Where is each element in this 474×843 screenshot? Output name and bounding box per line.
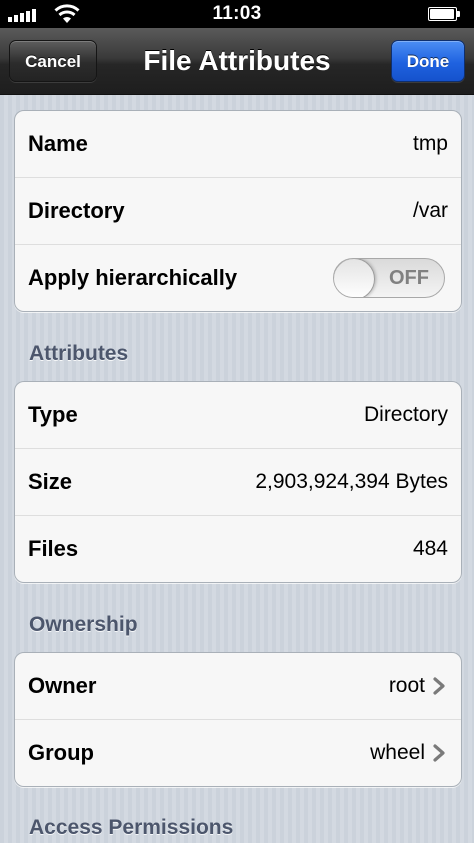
group-value: wheel: [370, 741, 425, 764]
files-value: 484: [412, 537, 448, 560]
name-value: tmp: [412, 132, 448, 155]
toggle-knob: [334, 259, 375, 297]
directory-value: /var: [412, 199, 448, 222]
access-permissions-header: Access Permissions: [29, 816, 234, 839]
apply-hierarchically-label: Apply hierarchically: [28, 265, 238, 290]
type-value: Directory: [363, 403, 448, 426]
status-time: 11:03: [212, 3, 262, 24]
attributes-header: Attributes: [29, 342, 129, 365]
type-row: Type Directory: [15, 382, 461, 449]
name-row[interactable]: Name tmp: [15, 111, 461, 178]
toggle-state-text: OFF: [389, 267, 429, 289]
type-label: Type: [28, 402, 78, 427]
apply-hierarchically-toggle[interactable]: OFF: [333, 258, 445, 298]
files-row: Files 484: [15, 516, 461, 582]
cancel-button[interactable]: Cancel: [9, 40, 97, 82]
group-row[interactable]: Group wheel: [15, 720, 461, 786]
size-value: 2,903,924,394 Bytes: [255, 470, 448, 493]
files-label: Files: [28, 536, 79, 561]
page-title: File Attributes: [143, 45, 331, 76]
directory-row[interactable]: Directory /var: [15, 178, 461, 245]
size-label: Size: [28, 469, 73, 494]
name-label: Name: [28, 131, 88, 156]
attributes-group: Type Directory Size 2,903,924,394 Bytes …: [14, 381, 462, 583]
ownership-header: Ownership: [29, 613, 138, 636]
general-group: Name tmp Directory /var Apply hierarchic…: [14, 110, 462, 312]
group-label: Group: [28, 740, 94, 765]
done-button[interactable]: Done: [391, 40, 465, 82]
owner-label: Owner: [28, 673, 97, 698]
chevron-right-icon: [433, 677, 445, 695]
apply-hierarchically-row: Apply hierarchically OFF: [15, 245, 461, 311]
size-row: Size 2,903,924,394 Bytes: [15, 449, 461, 516]
battery-icon: [428, 7, 462, 21]
directory-label: Directory: [28, 198, 125, 223]
navigation-bar: Cancel File Attributes Done: [0, 28, 474, 95]
chevron-right-icon: [433, 744, 445, 762]
owner-row[interactable]: Owner root: [15, 653, 461, 720]
ownership-group: Owner root Group wheel: [14, 652, 462, 787]
owner-value: root: [388, 674, 425, 697]
status-bar: 11:03: [0, 0, 474, 28]
